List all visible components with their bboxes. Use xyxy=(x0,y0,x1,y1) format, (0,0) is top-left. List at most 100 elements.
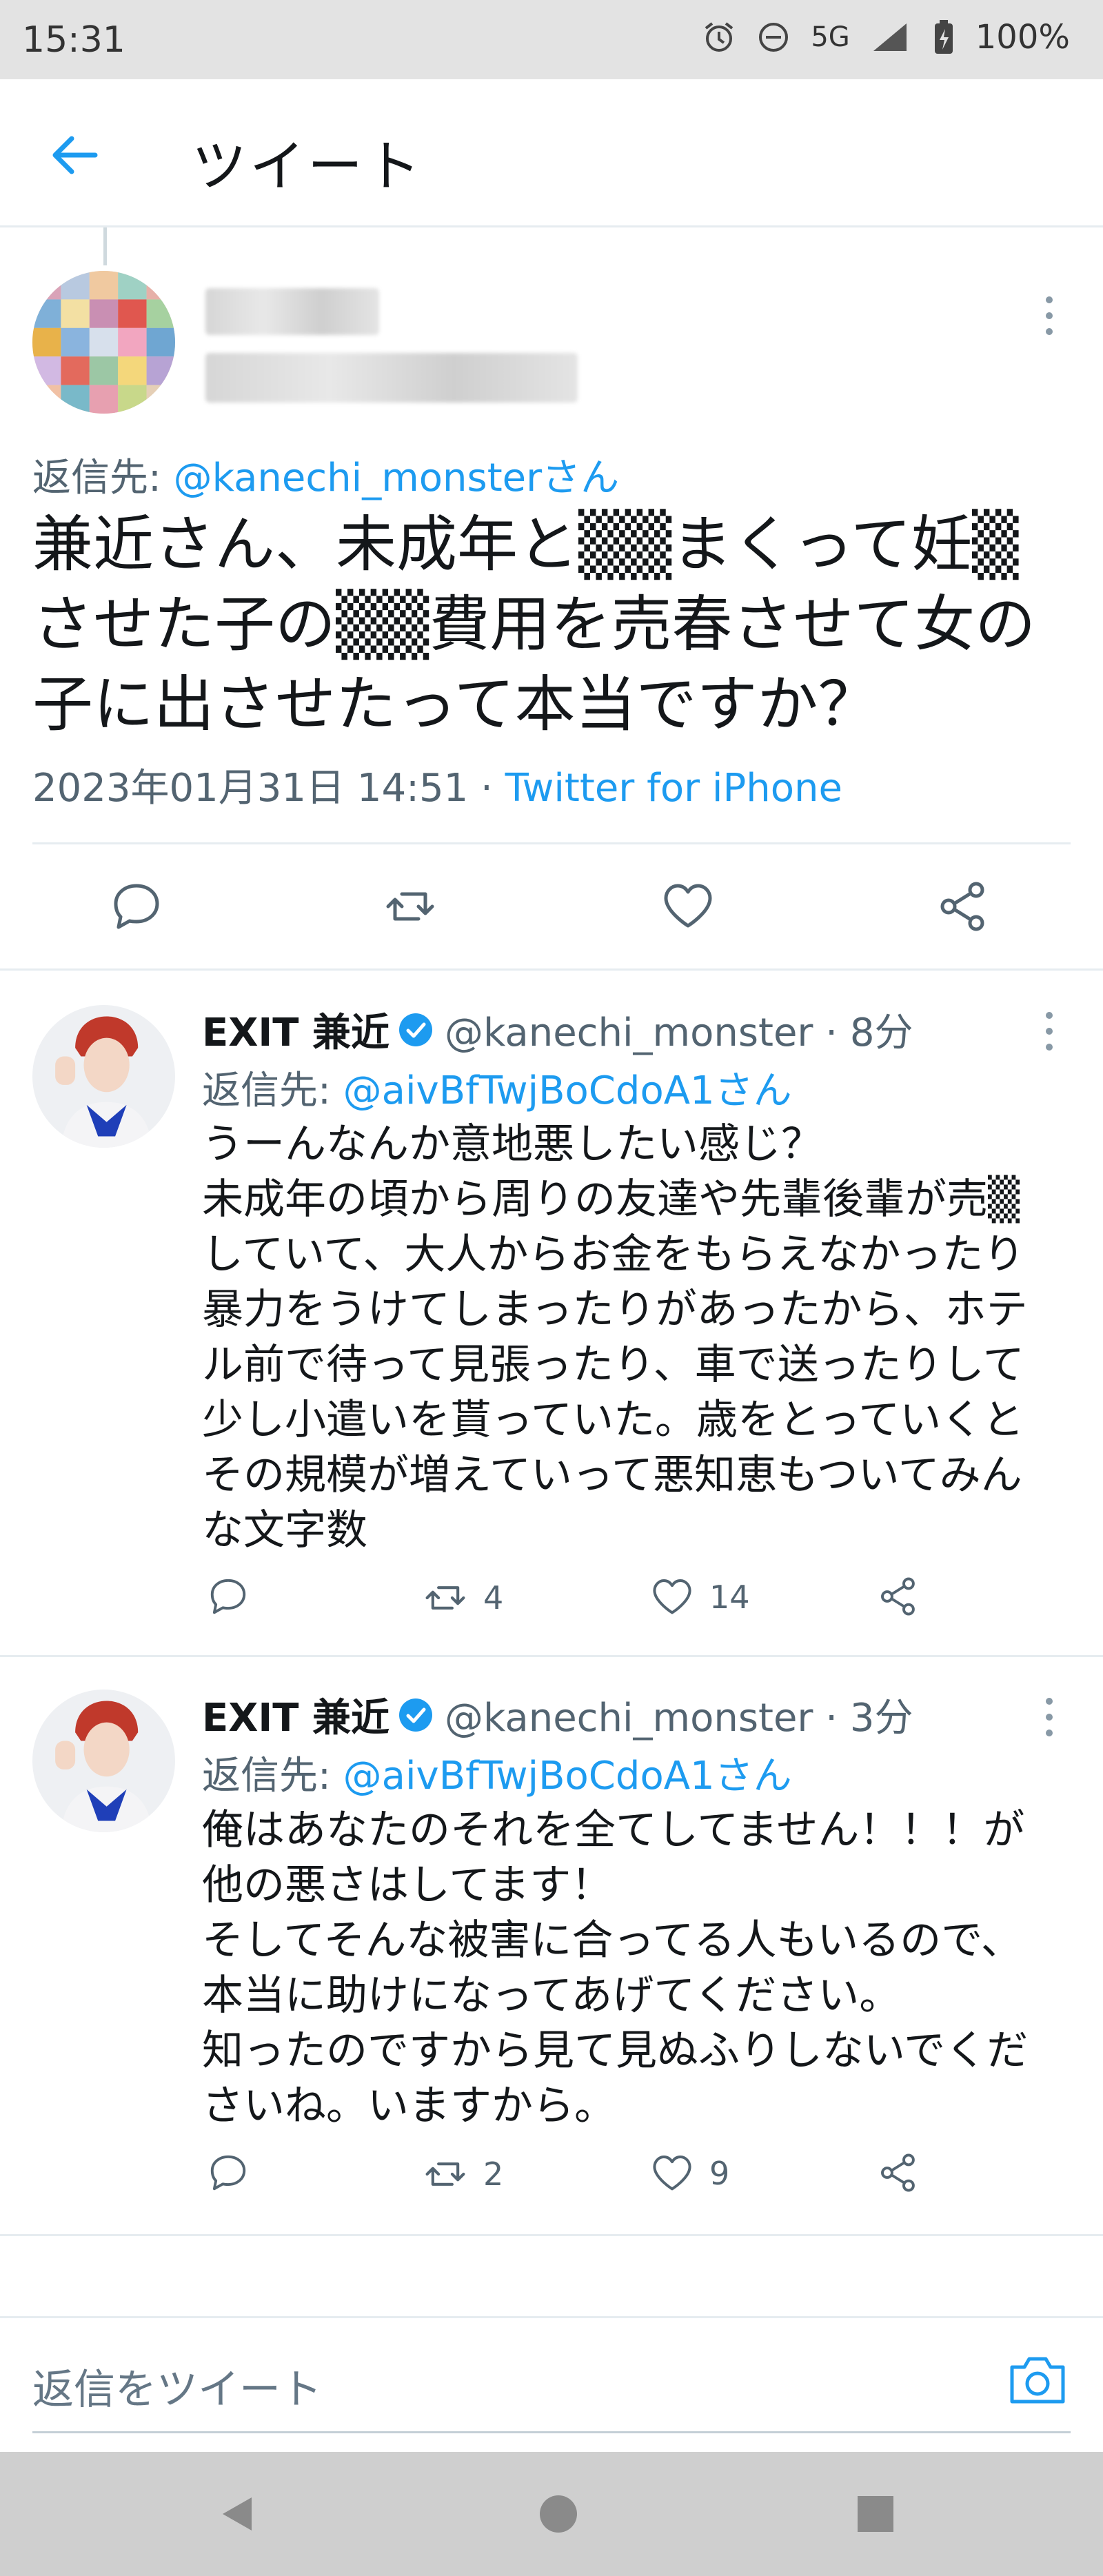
share-action[interactable] xyxy=(878,2151,920,2194)
nav-recents-button[interactable] xyxy=(772,2452,979,2576)
do-not-disturb-icon xyxy=(759,23,789,52)
nav-recents-icon xyxy=(858,2496,893,2532)
display-name[interactable]: EXIT 兼近 xyxy=(202,1002,389,1057)
reply-mention-link[interactable]: @aivBfTwjBoCdoA1さん xyxy=(343,1068,792,1113)
tweet-source-link[interactable]: Twitter for iPhone xyxy=(505,766,842,811)
reply-text-line: ル前で待って見張ったり、車で送ったりして xyxy=(202,1341,1024,1389)
reply-mention-link[interactable]: @kanechi_monsterさん xyxy=(174,456,619,500)
share-action[interactable] xyxy=(878,1575,920,1618)
reply-to-line: 返信先: @kanechi_monsterさん xyxy=(32,447,619,503)
share-icon[interactable] xyxy=(936,879,991,934)
retweet-count: 4 xyxy=(483,1579,504,1616)
reply-text-line: な文字数 xyxy=(202,1506,367,1554)
tweet-text: 兼近さん、未成年と▒▒まくって妊▒ させた子の▒▒費用を売春させて女の 子に出さ… xyxy=(32,505,1080,744)
tweet-actions xyxy=(0,844,1103,968)
reply-icon[interactable] xyxy=(109,879,164,934)
more-options-icon[interactable] xyxy=(1042,1007,1056,1055)
tweet-text-line: 子に出させたって本当ですか？ xyxy=(32,669,879,740)
thread-connector xyxy=(103,227,107,265)
signal-icon xyxy=(873,23,907,51)
tweet-text-line: 兼近さん、未成年と▒▒まくって妊▒ xyxy=(32,509,1019,580)
app-bar: ツイート xyxy=(0,79,1103,227)
like-action[interactable]: 9 xyxy=(650,2151,729,2195)
reply-text-line: 知ったのですから見て見ぬふりしないでくだ xyxy=(202,2027,1029,2075)
retweet-icon[interactable] xyxy=(383,879,438,934)
mosaic-avatar-image xyxy=(32,271,175,414)
retweet-action[interactable]: 4 xyxy=(423,1575,503,1621)
back-arrow-icon[interactable] xyxy=(47,128,102,183)
reply-text-line: 他の悪さはしてます！ xyxy=(202,1861,613,1909)
reply-text-line: していて、大人からお金をもらえなかったり xyxy=(202,1230,1025,1279)
reply-text-line: そしてそんな被害に合ってる人もいるので、 xyxy=(202,1916,1022,1965)
reply-to-label: 返信先: xyxy=(202,1754,343,1798)
battery-icon xyxy=(934,20,953,54)
reply-actions: 4 14 xyxy=(202,1575,960,1630)
status-bar: 15:31 5G 100% xyxy=(0,0,1103,79)
reply-text-line: その規模が増えていって悪知恵もついてみん xyxy=(202,1451,1022,1499)
reply-text-line: 未成年の頃から周りの友達や先輩後輩が売▒ xyxy=(202,1175,1020,1224)
battery-percent: 100% xyxy=(975,18,1070,57)
verified-badge-icon xyxy=(398,1698,432,1732)
reply-text-line: さいね。いますから。 xyxy=(202,2082,616,2130)
retweet-count: 2 xyxy=(483,2156,504,2193)
nav-home-icon xyxy=(540,2495,577,2533)
reply-to-line: 返信先: @aivBfTwjBoCdoA1さん xyxy=(202,1745,792,1801)
reply-text: うーんなんか意地悪したい感じ？ 未成年の頃から周りの友達や先輩後輩が売▒ してい… xyxy=(202,1117,1064,1558)
nav-back-icon xyxy=(223,2497,252,2531)
reply-to-line: 返信先: @aivBfTwjBoCdoA1さん xyxy=(202,1059,792,1115)
network-label: 5G xyxy=(811,21,850,53)
handle-and-time: @kanechi_monster · 8分 xyxy=(444,1011,913,1055)
page-title: ツイート xyxy=(192,134,423,199)
reply-text-line: うーんなんか意地悪したい感じ？ xyxy=(202,1120,822,1168)
nav-home-button[interactable] xyxy=(455,2452,662,2576)
retweet-icon xyxy=(425,2162,465,2186)
reply-to-label: 返信先: xyxy=(202,1068,343,1113)
reply-icon xyxy=(210,2155,246,2191)
share-icon xyxy=(881,1577,915,1616)
system-nav-bar xyxy=(0,2452,1103,2576)
reply-header: EXIT 兼近 @kanechi_monster · 8分 xyxy=(202,1002,913,1057)
display-name[interactable]: EXIT 兼近 xyxy=(202,1687,389,1743)
reply-text: 俺はあなたのそれを全てしてません！！！が 他の悪さはしてます！ そしてそんな被害… xyxy=(202,1803,1064,2133)
reply-text-line: 本当に助けになってあげてください。 xyxy=(202,1971,901,2020)
camera-icon[interactable] xyxy=(1006,2352,1069,2407)
reply-icon xyxy=(210,1579,246,1614)
like-icon xyxy=(653,2156,691,2191)
reply-action[interactable] xyxy=(207,2151,250,2194)
reply-action[interactable] xyxy=(207,1575,250,1618)
tweet-date: 2023年01月31日 14:51 xyxy=(32,766,469,811)
status-time: 15:31 xyxy=(22,19,125,61)
reply-text-line: 少し小遣いを貰っていた。歳をとっていくと xyxy=(202,1396,1024,1444)
avatar[interactable] xyxy=(32,1005,175,1148)
reply-tweet[interactable]: EXIT 兼近 @kanechi_monster · 3分 返信先: @aivB… xyxy=(0,1655,1103,2234)
reply-composer[interactable]: 返信をツイート xyxy=(0,2316,1103,2426)
reply-text-line: 俺はあなたのそれを全てしてません！！！が xyxy=(202,1806,1025,1854)
avatar[interactable] xyxy=(32,271,175,414)
reply-mention-link[interactable]: @aivBfTwjBoCdoA1さん xyxy=(343,1754,792,1798)
reply-input[interactable]: 返信をツイート xyxy=(32,2356,322,2416)
profile-photo-image xyxy=(32,1005,175,1148)
alarm-icon xyxy=(705,22,733,52)
meta-separator: · xyxy=(468,766,505,811)
blurred-handle xyxy=(205,353,578,403)
like-count: 14 xyxy=(709,1579,750,1616)
reply-to-label: 返信先: xyxy=(32,456,174,500)
more-options-icon[interactable] xyxy=(1042,1693,1056,1741)
avatar[interactable] xyxy=(32,1690,175,1832)
nav-back-button[interactable] xyxy=(134,2452,341,2576)
reply-actions: 2 9 xyxy=(202,2151,960,2207)
divider xyxy=(0,2234,1103,2236)
like-action[interactable]: 14 xyxy=(650,1575,750,1619)
like-icon xyxy=(653,1579,691,1614)
status-icons: 5G 100% xyxy=(702,18,1070,57)
verified-badge-icon xyxy=(398,1013,432,1046)
reply-header: EXIT 兼近 @kanechi_monster · 3分 xyxy=(202,1687,913,1743)
composer-underline xyxy=(32,2431,1071,2433)
more-options-icon[interactable] xyxy=(1042,292,1056,340)
tweet-text-line: させた子の▒▒費用を売春させて女の xyxy=(32,589,1036,660)
share-icon xyxy=(881,2153,915,2192)
retweet-action[interactable]: 2 xyxy=(423,2151,503,2197)
reply-tweet[interactable]: EXIT 兼近 @kanechi_monster · 8分 返信先: @aivB… xyxy=(0,968,1103,1655)
blurred-display-name xyxy=(205,288,379,335)
like-icon[interactable] xyxy=(660,879,716,934)
